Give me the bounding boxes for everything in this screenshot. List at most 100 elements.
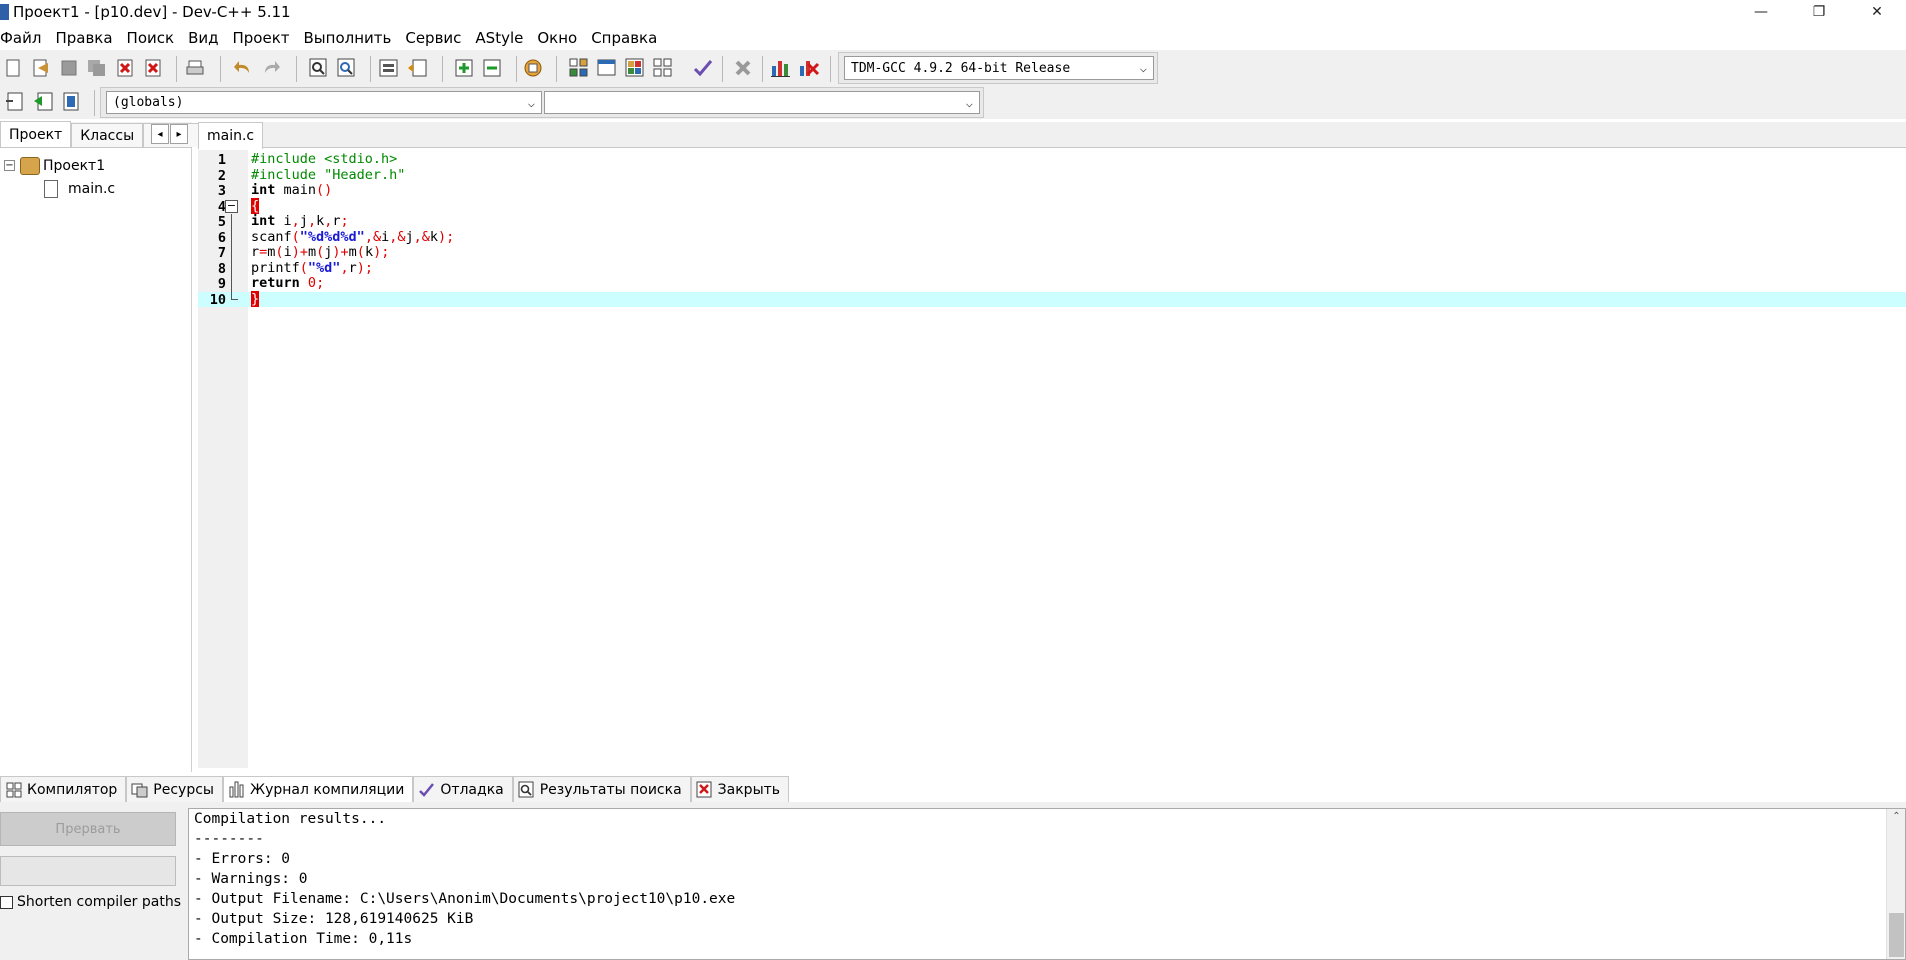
- menu-item[interactable]: Поиск: [121, 29, 183, 47]
- code-line[interactable]: 6 scanf("%d%d%d",&i,&j,&k);: [198, 228, 1906, 246]
- tree-file-node[interactable]: main.c: [0, 177, 115, 200]
- menu-bar: Файл Правка Поиск Вид Проект Выполнить Сервис A…: [0, 26, 1906, 50]
- code-token: )+: [291, 244, 308, 260]
- line-number: 5: [217, 214, 226, 230]
- chevron-right-icon[interactable]: ▸: [170, 124, 188, 144]
- minimize-button[interactable]: —: [1732, 0, 1790, 24]
- output-tab-label: Компилятор: [27, 781, 118, 798]
- indent-icon[interactable]: [378, 57, 400, 79]
- menu-item[interactable]: Проект: [226, 29, 297, 47]
- scope-select[interactable]: (globals) ⌵: [106, 91, 542, 114]
- code-token: (: [299, 259, 308, 276]
- code-token: }: [251, 290, 260, 307]
- scroll-thumb[interactable]: [1889, 913, 1904, 957]
- insert-icon[interactable]: [4, 91, 26, 113]
- output-tab[interactable]: Результаты поиска: [512, 776, 691, 802]
- compile-icon[interactable]: [568, 57, 590, 79]
- unindent-icon[interactable]: [406, 57, 428, 79]
- stop-execution-icon[interactable]: [732, 57, 754, 79]
- output-tab[interactable]: Журнал компиляции: [222, 776, 414, 802]
- menu-item[interactable]: Вид: [182, 29, 226, 47]
- code-token: (): [316, 182, 333, 198]
- compile-run-icon[interactable]: [624, 57, 646, 79]
- close-file-icon[interactable]: [114, 57, 136, 79]
- menu-item[interactable]: Выполнить: [298, 29, 400, 47]
- compiler-select-value: TDM-GCC 4.9.2 64-bit Release: [851, 60, 1071, 76]
- tab-classes[interactable]: Классы: [71, 123, 144, 147]
- tree-project-node[interactable]: − Проект1: [0, 154, 115, 177]
- code-token: "%d": [307, 259, 341, 276]
- project-icon: [20, 156, 40, 175]
- menu-item[interactable]: Окно: [531, 29, 585, 47]
- chevron-left-icon[interactable]: ◂: [151, 124, 169, 144]
- output-tab[interactable]: Закрыть: [690, 776, 790, 802]
- project-options-icon[interactable]: [522, 57, 544, 79]
- syntax-check-icon[interactable]: [692, 57, 714, 79]
- menu-item[interactable]: Сервис: [399, 29, 469, 47]
- code-token: j: [405, 228, 414, 245]
- output-tab[interactable]: Компилятор: [0, 776, 127, 802]
- find-icon[interactable]: [308, 57, 330, 79]
- menu-item[interactable]: Правка: [49, 29, 120, 47]
- goto-bookmark-icon[interactable]: [60, 91, 82, 113]
- close-button[interactable]: ✕: [1848, 0, 1906, 24]
- output-tab[interactable]: Отладка: [413, 776, 513, 802]
- menu-item[interactable]: Файл: [0, 29, 49, 47]
- code-line[interactable]: 9 return 0;: [198, 275, 1906, 292]
- code-line[interactable]: 10}: [198, 290, 1906, 308]
- toggle-bookmark-icon[interactable]: [32, 91, 54, 113]
- app-icon: [0, 4, 9, 20]
- menu-item[interactable]: Справка: [585, 29, 665, 47]
- restore-button[interactable]: ❐: [1790, 0, 1848, 24]
- function-select[interactable]: ⌵: [544, 91, 980, 114]
- compile-progress: [0, 856, 176, 886]
- abort-button[interactable]: Прервать: [0, 812, 176, 846]
- output-tab[interactable]: Ресурсы: [126, 776, 223, 802]
- code-line[interactable]: 3 int main(): [198, 182, 1906, 199]
- tab-main-c[interactable]: main.c: [198, 122, 264, 149]
- scroll-up-icon[interactable]: ⌃: [1887, 811, 1906, 822]
- output-panel: Прервать Shorten compiler paths ⌃ Compil…: [0, 802, 1906, 960]
- collapse-icon[interactable]: −: [4, 160, 15, 171]
- run-icon[interactable]: [596, 57, 618, 79]
- window-title: Проект1 - [p10.dev] - Dev-C++ 5.11: [13, 3, 291, 21]
- code-editor[interactable]: 1 #include <stdio.h> 2 #include "Header.h" 3…: [198, 150, 1906, 768]
- code-line[interactable]: 4{: [198, 197, 1906, 215]
- undo-icon[interactable]: [232, 57, 254, 79]
- replace-icon[interactable]: [336, 57, 358, 79]
- shorten-paths-checkbox[interactable]: [0, 895, 13, 909]
- code-token: r: [251, 244, 260, 260]
- print-icon[interactable]: [184, 57, 206, 79]
- rebuild-icon[interactable]: [652, 57, 674, 79]
- code-token: #include <stdio.h>: [251, 151, 398, 167]
- close-icon: [696, 781, 713, 798]
- code-line[interactable]: 2 #include "Header.h": [198, 167, 1906, 184]
- chevron-down-icon: ⌵: [527, 95, 535, 110]
- shorten-paths-option[interactable]: Shorten compiler paths: [0, 894, 181, 910]
- redo-icon[interactable]: [260, 57, 282, 79]
- save-all-icon[interactable]: [86, 57, 108, 79]
- new-file-icon[interactable]: [2, 57, 24, 79]
- add-to-project-icon[interactable]: [454, 57, 476, 79]
- code-line[interactable]: 8 printf("%d",r);: [198, 259, 1906, 277]
- code-line[interactable]: 5 int i,j,k,r;: [198, 213, 1906, 230]
- close-all-icon[interactable]: [142, 57, 164, 79]
- compile-log[interactable]: ⌃ Compilation results... -------- - Errors…: [188, 808, 1906, 960]
- chart-icon: [228, 781, 245, 798]
- project-tree: − Проект1 main.c: [0, 154, 115, 200]
- menu-item[interactable]: AStyle: [469, 29, 531, 47]
- fold-toggle-icon[interactable]: −: [225, 199, 238, 213]
- code-token: r: [348, 259, 357, 276]
- code-line[interactable]: 1 #include <stdio.h>: [198, 151, 1906, 168]
- remove-from-project-icon[interactable]: [482, 57, 504, 79]
- delete-profile-icon[interactable]: [798, 57, 820, 79]
- tab-project[interactable]: Проект: [0, 121, 72, 147]
- log-scrollbar[interactable]: ⌃: [1886, 809, 1905, 959]
- save-icon[interactable]: [58, 57, 80, 79]
- profile-icon[interactable]: [770, 57, 792, 79]
- compiler-select[interactable]: TDM-GCC 4.9.2 64-bit Release ⌵: [844, 56, 1154, 80]
- code-line[interactable]: 7 r=m(i)+m(j)+m(k);: [198, 244, 1906, 261]
- open-file-icon[interactable]: [30, 57, 52, 79]
- line-number: 6: [217, 229, 226, 246]
- code-token: r: [332, 213, 341, 229]
